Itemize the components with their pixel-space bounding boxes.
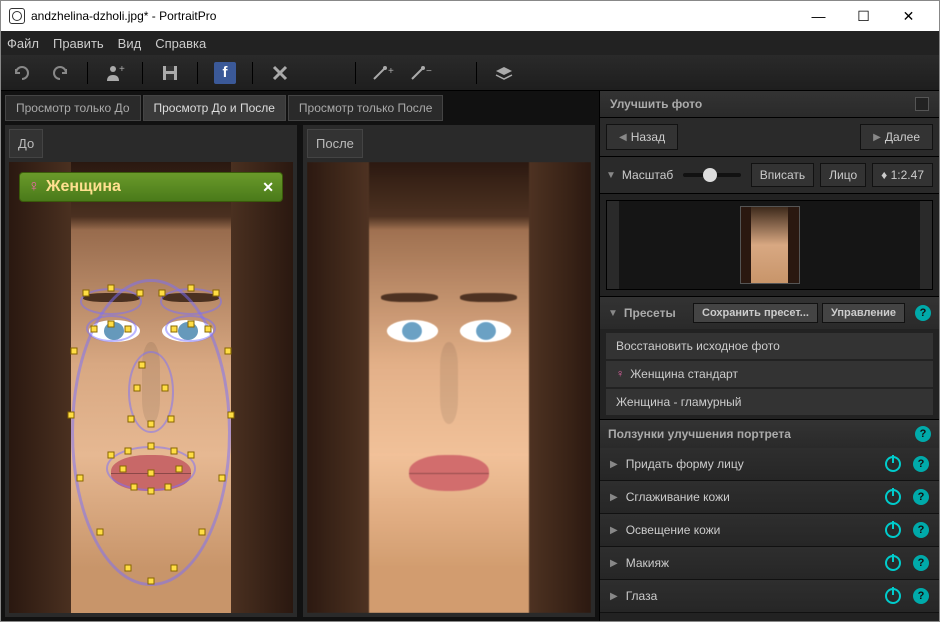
view-after-label: После (307, 129, 363, 158)
power-icon[interactable] (885, 522, 901, 538)
help-icon[interactable]: ? (913, 456, 929, 472)
manage-presets-button[interactable]: Управление (822, 303, 905, 323)
minimize-button[interactable]: — (796, 1, 841, 31)
power-icon[interactable] (885, 489, 901, 505)
menu-file[interactable]: Файл (7, 36, 39, 51)
female-icon: ♀ (28, 178, 40, 195)
preset-item[interactable]: Женщина - гламурный (606, 389, 933, 415)
menu-edit[interactable]: Править (53, 36, 104, 51)
presets-header[interactable]: ▼Пресеты Сохранить пресет... Управление … (600, 297, 939, 329)
female-icon: ♀ (616, 368, 624, 380)
zoom-fit-button[interactable]: Вписать (751, 163, 814, 187)
add-person-button[interactable]: + (102, 60, 128, 86)
zoom-face-button[interactable]: Лицо (820, 163, 866, 187)
maximize-button[interactable]: ☐ (841, 1, 886, 31)
slider-group[interactable]: ▶Освещение кожи? (600, 514, 939, 547)
workspace: Просмотр только До Просмотр До и После П… (1, 91, 599, 621)
zoom-collapse-icon[interactable]: ▼ (606, 170, 616, 181)
close-button[interactable]: ✕ (886, 1, 931, 31)
panel-title: Улучшить фото (600, 91, 939, 118)
gender-tag-close-icon[interactable]: ✕ (262, 179, 274, 196)
gender-tag[interactable]: ♀Женщина ✕ (19, 172, 283, 202)
zoom-ratio[interactable]: ♦ 1:2.47 (872, 163, 933, 187)
power-icon[interactable] (885, 555, 901, 571)
help-icon[interactable]: ? (913, 522, 929, 538)
undo-button[interactable] (9, 60, 35, 86)
svg-text:−: − (426, 66, 432, 77)
window-title: andzhelina-dzholi.jpg* - PortraitPro (31, 9, 796, 23)
view-after: После (303, 125, 595, 617)
redo-button[interactable] (47, 60, 73, 86)
menu-help[interactable]: Справка (155, 36, 206, 51)
back-button[interactable]: ◀Назад (606, 124, 678, 150)
power-icon[interactable] (885, 588, 901, 604)
menu-bar: Файл Править Вид Справка (1, 31, 939, 55)
help-icon[interactable]: ? (915, 305, 931, 321)
help-icon[interactable]: ? (913, 588, 929, 604)
view-before: До ♀Женщина ✕ (5, 125, 297, 617)
help-icon[interactable]: ? (913, 489, 929, 505)
navigator-thumbnail[interactable] (606, 200, 933, 290)
sliders-header: Ползунки улучшения портрета ? (600, 420, 939, 448)
menu-view[interactable]: Вид (118, 36, 142, 51)
zoom-label: Масштаб (622, 168, 673, 182)
zoom-slider[interactable] (683, 173, 741, 177)
next-button[interactable]: ▶Далее (860, 124, 933, 150)
face-after-canvas[interactable] (307, 162, 591, 613)
tab-before-only[interactable]: Просмотр только До (5, 95, 141, 121)
brush-add-button[interactable]: + (370, 60, 396, 86)
toolbar: + f + − (1, 55, 939, 91)
tab-before-after[interactable]: Просмотр До и После (143, 95, 286, 121)
facebook-button[interactable]: f (212, 60, 238, 86)
svg-text:+: + (119, 64, 125, 75)
side-panel: Улучшить фото ◀Назад ▶Далее ▼ Масштаб Вп… (599, 91, 939, 621)
face-before-canvas[interactable]: ♀Женщина ✕ (9, 162, 293, 613)
save-preset-button[interactable]: Сохранить пресет... (693, 303, 818, 323)
power-icon[interactable] (885, 456, 901, 472)
slider-group[interactable]: ▶Макияж? (600, 547, 939, 580)
app-icon (9, 8, 25, 24)
brush-remove-button[interactable]: − (408, 60, 434, 86)
preset-item[interactable]: ♀Женщина стандарт (606, 361, 933, 387)
layers-button[interactable] (491, 60, 517, 86)
save-button[interactable] (157, 60, 183, 86)
cancel-button[interactable] (267, 60, 293, 86)
svg-text:+: + (388, 66, 394, 77)
slider-group[interactable]: ▶Сглаживание кожи? (600, 481, 939, 514)
tab-after-only[interactable]: Просмотр только После (288, 95, 444, 121)
preset-item[interactable]: Восстановить исходное фото (606, 333, 933, 359)
help-icon[interactable]: ? (913, 555, 929, 571)
slider-group[interactable]: ▶Глаза? (600, 580, 939, 613)
view-before-label: До (9, 129, 43, 158)
title-bar: andzhelina-dzholi.jpg* - PortraitPro — ☐… (1, 1, 939, 31)
slider-group[interactable]: ▶Придать форму лицу? (600, 448, 939, 481)
help-icon[interactable]: ? (915, 426, 931, 442)
panel-expand-icon[interactable] (915, 97, 929, 111)
